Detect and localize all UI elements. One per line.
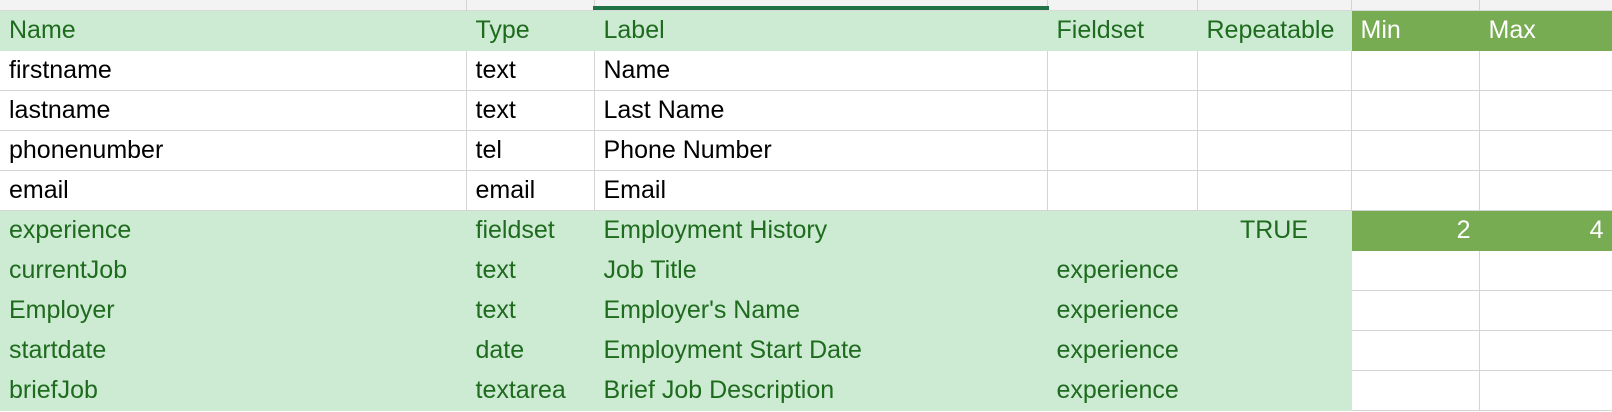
header-cell-name[interactable]: Name — [0, 11, 467, 51]
cell-label[interactable]: Employer's Name — [594, 290, 1048, 331]
header-cell-repeatable[interactable]: Repeatable — [1197, 11, 1352, 51]
cell-max[interactable] — [1479, 90, 1612, 131]
cell-name[interactable]: firstname — [0, 50, 467, 91]
cell-max[interactable] — [1479, 290, 1612, 331]
cell-min[interactable] — [1351, 170, 1480, 211]
column-divider — [1479, 0, 1480, 10]
column-header-strip[interactable] — [0, 0, 1612, 11]
cell-type[interactable]: text — [466, 250, 595, 291]
cell-repeatable[interactable] — [1197, 50, 1352, 91]
table-row: lastname text Last Name — [0, 90, 1612, 131]
cell-fieldset[interactable]: experience — [1047, 330, 1198, 371]
cell-name[interactable]: experience — [0, 210, 467, 251]
cell-repeatable[interactable] — [1197, 170, 1352, 211]
cell-min[interactable] — [1351, 90, 1480, 131]
cell-fieldset[interactable]: experience — [1047, 290, 1198, 331]
table-row: phonenumber tel Phone Number — [0, 130, 1612, 171]
cell-max[interactable] — [1479, 170, 1612, 211]
cell-min[interactable] — [1351, 290, 1480, 331]
table-row: Employer text Employer's Name experience — [0, 290, 1612, 331]
table-row: startdate date Employment Start Date exp… — [0, 330, 1612, 371]
cell-fieldset[interactable] — [1047, 90, 1198, 131]
cell-label[interactable]: Phone Number — [594, 130, 1048, 171]
cell-name[interactable]: Employer — [0, 290, 467, 331]
cell-min[interactable] — [1351, 330, 1480, 371]
table-row: experience fieldset Employment History T… — [0, 210, 1612, 251]
cell-label[interactable]: Last Name — [594, 90, 1048, 131]
header-cell-label[interactable]: Label — [594, 11, 1048, 51]
spreadsheet-grid[interactable]: Name Type Label Fieldset Repeatable Min … — [0, 0, 1612, 412]
cell-type[interactable]: text — [466, 290, 595, 331]
header-cell-max[interactable]: Max — [1479, 11, 1612, 51]
cell-fieldset[interactable] — [1047, 50, 1198, 91]
cell-min[interactable] — [1351, 370, 1480, 411]
cell-label[interactable]: Employment Start Date — [594, 330, 1048, 371]
table-header-row: Name Type Label Fieldset Repeatable Min … — [0, 11, 1612, 51]
cell-fieldset[interactable] — [1047, 130, 1198, 171]
cell-label[interactable]: Job Title — [594, 250, 1048, 291]
cell-type[interactable]: date — [466, 330, 595, 371]
column-divider — [466, 0, 467, 10]
cell-label[interactable]: Email — [594, 170, 1048, 211]
cell-name[interactable]: briefJob — [0, 370, 467, 411]
cell-max[interactable] — [1479, 250, 1612, 291]
cell-max[interactable]: 4 — [1479, 210, 1612, 251]
cell-min[interactable] — [1351, 50, 1480, 91]
column-divider — [1351, 0, 1352, 10]
cell-repeatable[interactable]: TRUE — [1197, 210, 1352, 251]
cell-fieldset[interactable]: experience — [1047, 250, 1198, 291]
cell-fieldset[interactable] — [1047, 210, 1198, 251]
cell-repeatable[interactable] — [1197, 130, 1352, 171]
cell-name[interactable]: phonenumber — [0, 130, 467, 171]
cell-repeatable[interactable] — [1197, 330, 1352, 371]
cell-min[interactable] — [1351, 130, 1480, 171]
cell-min[interactable] — [1351, 250, 1480, 291]
selected-column-indicator — [593, 6, 1049, 10]
cell-type[interactable]: textarea — [466, 370, 595, 411]
table-row: briefJob textarea Brief Job Description … — [0, 370, 1612, 411]
cell-max[interactable] — [1479, 370, 1612, 411]
cell-type[interactable]: text — [466, 50, 595, 91]
cell-max[interactable] — [1479, 130, 1612, 171]
table-row: email email Email — [0, 170, 1612, 211]
header-cell-fieldset[interactable]: Fieldset — [1047, 11, 1198, 51]
cell-name[interactable]: startdate — [0, 330, 467, 371]
header-cell-min[interactable]: Min — [1351, 11, 1480, 51]
cell-fieldset[interactable] — [1047, 170, 1198, 211]
cell-repeatable[interactable] — [1197, 250, 1352, 291]
cell-type[interactable]: tel — [466, 130, 595, 171]
cell-repeatable[interactable] — [1197, 290, 1352, 331]
cell-repeatable[interactable] — [1197, 370, 1352, 411]
header-cell-type[interactable]: Type — [466, 11, 595, 51]
cell-fieldset[interactable]: experience — [1047, 370, 1198, 411]
column-divider — [1197, 0, 1198, 10]
cell-label[interactable]: Name — [594, 50, 1048, 91]
cell-name[interactable]: currentJob — [0, 250, 467, 291]
table-row: firstname text Name — [0, 50, 1612, 91]
cell-name[interactable]: email — [0, 170, 467, 211]
cell-label[interactable]: Brief Job Description — [594, 370, 1048, 411]
cell-repeatable[interactable] — [1197, 90, 1352, 131]
cell-max[interactable] — [1479, 50, 1612, 91]
cell-type[interactable]: fieldset — [466, 210, 595, 251]
table-row: currentJob text Job Title experience — [0, 250, 1612, 291]
data-table: Name Type Label Fieldset Repeatable Min … — [0, 11, 1612, 411]
cell-max[interactable] — [1479, 330, 1612, 371]
cell-type[interactable]: text — [466, 90, 595, 131]
cell-type[interactable]: email — [466, 170, 595, 211]
cell-min[interactable]: 2 — [1351, 210, 1480, 251]
cell-name[interactable]: lastname — [0, 90, 467, 131]
cell-label[interactable]: Employment History — [594, 210, 1048, 251]
